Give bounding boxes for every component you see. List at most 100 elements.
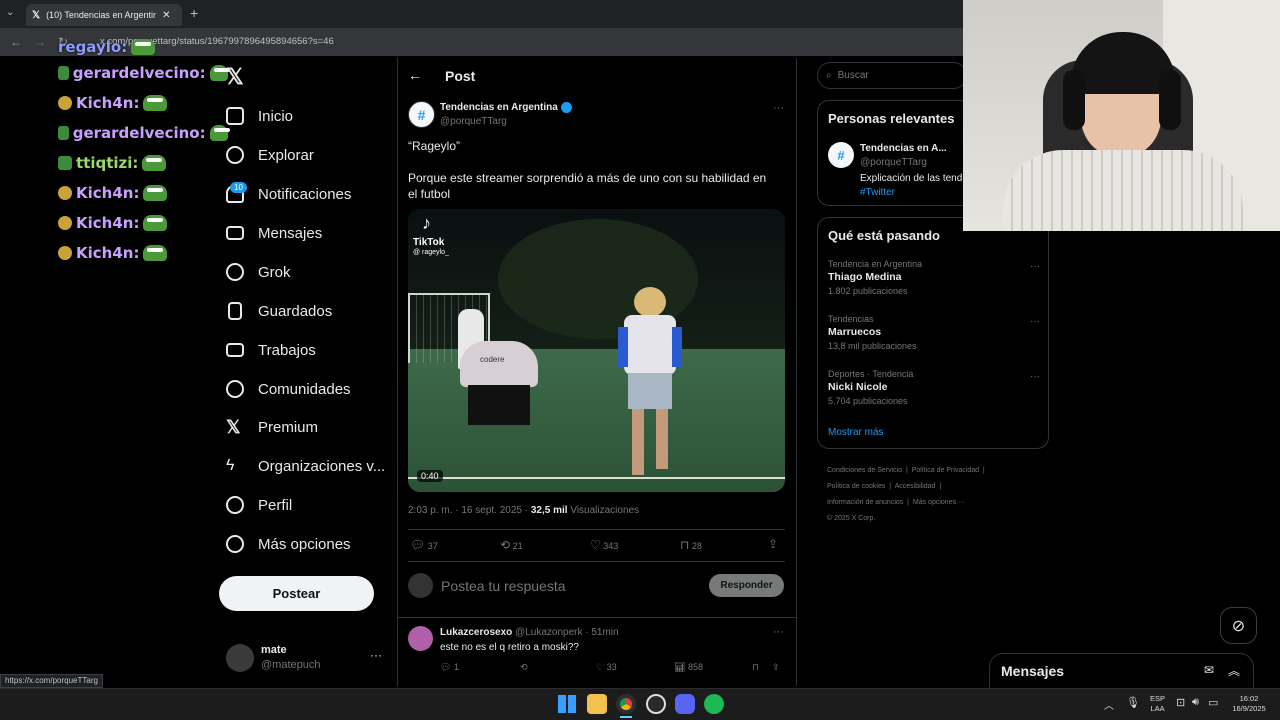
tray-chevron-icon[interactable]: ︿ xyxy=(1104,697,1114,712)
post-more-icon[interactable]: ··· xyxy=(773,102,784,114)
lightning-icon: ϟ xyxy=(226,457,235,474)
nav-guardados[interactable]: Guardados xyxy=(226,296,332,326)
reply-repost-icon[interactable]: ⟲ xyxy=(520,662,528,673)
post-video[interactable]: codere ♪ TikTok @ rageylo_ 0:40 xyxy=(408,209,785,492)
nav-perfil[interactable]: Perfil xyxy=(226,490,292,520)
nav-label: Guardados xyxy=(258,302,333,320)
back-icon[interactable]: ← xyxy=(10,35,22,49)
nav-label: Trabajos xyxy=(258,341,316,359)
nav-mas-opciones[interactable]: Más opciones xyxy=(226,529,351,559)
tab-list-chevron-icon[interactable]: ⌄ xyxy=(6,7,20,21)
chat-username: Kich4n: xyxy=(76,94,140,112)
pepe-emote-icon xyxy=(131,39,156,55)
reply-icon: 💬︎ xyxy=(440,662,452,672)
show-more-link[interactable]: Mostrar más xyxy=(828,427,884,438)
nav-label: Inicio xyxy=(258,107,294,125)
obs-icon[interactable] xyxy=(646,694,666,714)
repost-action[interactable]: ⟲ 21 xyxy=(500,538,523,552)
trend-item[interactable]: Tendencias Marruecos 13,8 mil publicacio… xyxy=(828,314,1040,359)
reply-views-action[interactable]: 📊︎ 858 xyxy=(674,662,703,673)
discord-icon[interactable] xyxy=(675,694,695,714)
search-box[interactable]: ⌕ Buscar xyxy=(817,62,967,89)
chrome-icon[interactable] xyxy=(616,694,636,714)
nav-explorar[interactable]: Explorar xyxy=(226,140,314,170)
footer-link[interactable]: Condiciones de Servicio xyxy=(827,467,902,474)
trend-item[interactable]: Tendencia en Argentina Thiago Medina 1.8… xyxy=(828,259,1040,304)
footer-link[interactable]: Más opciones ··· xyxy=(913,499,965,506)
views-icon: 📊︎ xyxy=(674,662,686,672)
notification-badge: 10 xyxy=(230,182,247,193)
sub-badge-icon xyxy=(58,66,69,80)
nav-mensajes[interactable]: Mensajes xyxy=(226,218,322,248)
trend-more-icon[interactable]: ··· xyxy=(1030,316,1040,327)
relevant-title: Personas relevantes xyxy=(828,111,955,126)
clock[interactable]: 16:02 16/9/2025 xyxy=(1224,694,1274,714)
sub-badge-icon xyxy=(58,216,72,230)
new-tab-button[interactable]: + xyxy=(190,5,198,21)
reply-reply-action[interactable]: 💬︎ 1 xyxy=(440,662,459,673)
nav-label: Mensajes xyxy=(258,224,323,242)
messages-title: Mensajes xyxy=(1001,663,1065,679)
trend-more-icon[interactable]: ··· xyxy=(1030,371,1040,382)
account-switcher[interactable]: mate @matepuch ··· xyxy=(226,642,386,676)
footer-link[interactable]: Política de cookies xyxy=(827,483,885,490)
relevant-tag[interactable]: #Twitter xyxy=(860,187,895,198)
more-icon[interactable]: ··· xyxy=(370,648,382,662)
battery-icon[interactable]: ▭ xyxy=(1208,696,1218,709)
footer-link[interactable]: Accesibilidad xyxy=(895,483,936,490)
expand-chevron-icon[interactable]: ︽ xyxy=(1228,662,1240,679)
browser-tab[interactable]: 𝕏 (10) Tendencias en Argentina en X ✕ xyxy=(26,4,182,26)
messages-drawer[interactable]: Mensajes ✉ ︽ xyxy=(989,653,1254,688)
footer-link[interactable]: Información de anuncios xyxy=(827,499,903,506)
new-message-icon[interactable]: ✉ xyxy=(1204,663,1214,677)
nav-inicio[interactable]: Inicio xyxy=(226,101,293,131)
reply-button[interactable]: Responder xyxy=(709,574,784,597)
author-name[interactable]: Tendencias en Argentina xyxy=(440,102,572,113)
reply-bookmark-icon[interactable]: ⊓ xyxy=(752,662,759,673)
trend-item[interactable]: Deportes · Tendencia Nicki Nicole 5.704 … xyxy=(828,369,1040,414)
chat-message: Kich4n: xyxy=(58,88,228,118)
author-handle[interactable]: @porqueTTarg xyxy=(440,116,507,127)
nav-organizaciones[interactable]: ϟ Organizaciones v... xyxy=(226,451,385,481)
trend-count: 1.802 publicaciones xyxy=(828,286,908,296)
like-action[interactable]: ♡ 343 xyxy=(590,538,618,552)
footer-link[interactable]: Política de Privacidad xyxy=(912,467,979,474)
chat-message: Kich4n: xyxy=(58,178,228,208)
bookmark-action[interactable]: ⊓ 28 xyxy=(680,538,702,552)
reply-action[interactable]: 💬︎ 37 xyxy=(410,538,438,552)
volume-icon[interactable]: 🔊︎ xyxy=(1192,696,1199,709)
chat-username: gerardelvecino: xyxy=(72,64,206,82)
pepe-emote-icon xyxy=(143,95,168,111)
sub-badge-icon xyxy=(58,96,72,110)
file-explorer-icon[interactable] xyxy=(587,694,607,714)
trend-name: Thiago Medina xyxy=(828,271,902,283)
reply-like-action[interactable]: ♡ 33 xyxy=(596,662,617,673)
reply-input[interactable]: Postea tu respuesta xyxy=(441,578,566,594)
close-tab-icon[interactable]: ✕ xyxy=(162,10,170,21)
relevant-avatar[interactable]: # xyxy=(828,142,854,168)
author-avatar[interactable]: # xyxy=(408,101,435,128)
nav-grok[interactable]: Grok xyxy=(226,257,291,287)
x-logo-icon[interactable]: 𝕏 xyxy=(226,64,244,90)
relevant-name[interactable]: Tendencias en A... xyxy=(860,143,947,154)
nav-trabajos[interactable]: Trabajos xyxy=(226,335,316,365)
share-icon[interactable]: ⇪ xyxy=(768,537,778,551)
chat-message: Kich4n: xyxy=(58,208,228,238)
trend-more-icon[interactable]: ··· xyxy=(1030,261,1040,272)
microphone-icon[interactable]: 🎙︎ xyxy=(1126,696,1140,709)
post-button[interactable]: Postear xyxy=(219,576,374,611)
grok-floating-button[interactable]: ⊘ xyxy=(1220,607,1257,644)
pepe-emote-icon xyxy=(142,155,167,171)
nav-premium[interactable]: 𝕏 Premium xyxy=(226,412,318,442)
reply-share-icon[interactable]: ⇪ xyxy=(772,662,780,673)
reply-more-icon[interactable]: ··· xyxy=(773,626,784,638)
nav-comunidades[interactable]: Comunidades xyxy=(226,374,351,404)
like-count: 343 xyxy=(603,541,619,551)
forward-icon[interactable]: → xyxy=(34,35,46,49)
back-arrow-icon[interactable]: ← xyxy=(408,67,422,83)
language-indicator[interactable]: ESP LAA xyxy=(1150,694,1165,714)
network-icon[interactable]: ⊡ xyxy=(1176,696,1185,709)
windows-start-icon[interactable] xyxy=(558,695,576,713)
reply-tweet[interactable]: Lukazcerosexo @Lukazonperk · 51min ··· e… xyxy=(398,618,796,686)
spotify-icon[interactable] xyxy=(704,694,724,714)
